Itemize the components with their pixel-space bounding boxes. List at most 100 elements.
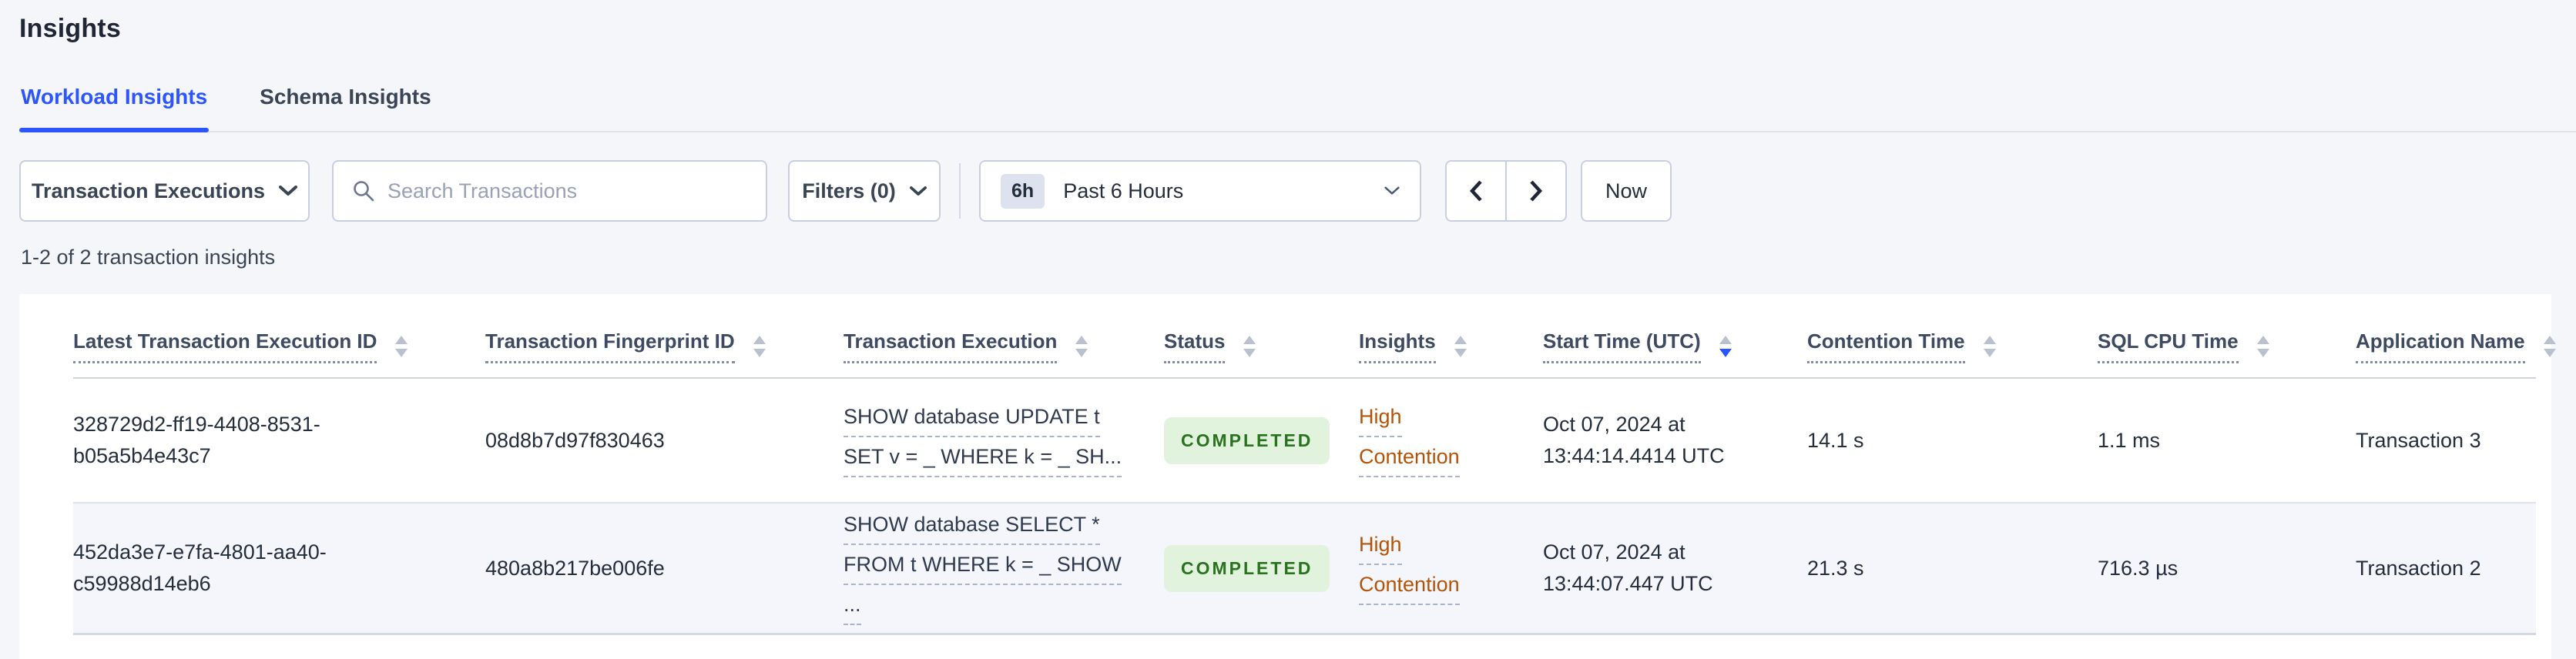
high-contention-link[interactable]: Contention: [1359, 569, 1460, 605]
chevron-down-icon: [909, 186, 927, 196]
chevron-down-icon: [279, 186, 298, 196]
sort-asc-icon: [2543, 336, 2556, 344]
sort-asc-icon: [1454, 336, 1467, 344]
sort-asc-icon: [1243, 336, 1256, 344]
column-header-label: Insights: [1359, 330, 1436, 363]
status-badge: COMPLETED: [1164, 544, 1330, 592]
latest-transaction-execution-id-cell: 328729d2-ff19-4408-8531-b05a5b4e43c7: [73, 413, 320, 467]
tab-schema-insights[interactable]: Schema Insights: [258, 85, 433, 131]
insights-cell: High Contention: [1359, 400, 1543, 481]
transaction-fingerprint-id-cell: 480a8b217be006fe: [485, 556, 665, 580]
transaction-type-dropdown[interactable]: Transaction Executions: [19, 160, 310, 222]
column-header-insights[interactable]: Insights: [1359, 330, 1543, 363]
column-header-latest-transaction-execution-id[interactable]: Latest Transaction Execution ID: [73, 330, 485, 363]
sort-desc-icon: [2256, 349, 2269, 357]
latest-transaction-execution-id-cell: 452da3e7-e7fa-4801-aa40-c59988d14eb6: [73, 540, 327, 595]
search-box[interactable]: [332, 160, 767, 222]
sort-icons: [1243, 336, 1256, 357]
column-header-application-name[interactable]: Application Name: [2356, 330, 2556, 363]
start-time-cell: Oct 07, 2024 at 13:44:07.447 UTC: [1543, 540, 1713, 595]
contention-time-cell: 21.3 s: [1807, 556, 1864, 580]
time-range-picker[interactable]: 6h Past 6 Hours: [979, 160, 1421, 222]
transaction-fingerprint-id-cell: 08d8b7d97f830463: [485, 428, 665, 452]
sort-icons: [2543, 336, 2556, 357]
transaction-execution-cell: SHOW database SELECT * FROM t WHERE k = …: [844, 507, 1164, 629]
results-count: 1-2 of 2 transaction insights: [21, 246, 276, 269]
tab-bar: Workload Insights Schema Insights: [19, 85, 2576, 132]
previous-time-range-button[interactable]: [1445, 160, 1507, 222]
sort-icons: [2256, 336, 2269, 357]
sort-icons: [753, 336, 766, 357]
status-cell: COMPLETED: [1164, 544, 1359, 592]
transaction-execution-cell: SHOW database UPDATE t SET v = _ WHERE k…: [844, 400, 1164, 481]
filters-dropdown[interactable]: Filters (0): [788, 160, 941, 222]
column-header-status[interactable]: Status: [1164, 330, 1359, 363]
column-header-contention-time[interactable]: Contention Time: [1807, 330, 2098, 363]
insights-table-card: Latest Transaction Execution ID Transact…: [19, 294, 2556, 659]
table-row: 452da3e7-e7fa-4801-aa40-c59988d14eb6 480…: [73, 503, 2536, 635]
transaction-execution-link[interactable]: SHOW database SELECT *: [844, 509, 1100, 545]
now-button[interactable]: Now: [1581, 160, 1672, 222]
column-header-start-time[interactable]: Start Time (UTC): [1543, 330, 1807, 363]
insights-page: Insights Workload Insights Schema Insigh…: [0, 12, 2576, 659]
high-contention-link[interactable]: High: [1359, 529, 1402, 565]
next-time-range-button[interactable]: [1505, 160, 1567, 222]
controls-row: Transaction Executions Filters (0) 6h Pa…: [19, 160, 2576, 222]
transaction-execution-link[interactable]: FROM t WHERE k = _ SHOW: [844, 549, 1122, 585]
status-cell: COMPLETED: [1164, 416, 1359, 464]
chevron-right-icon: [1530, 180, 1543, 202]
column-header-label: Status: [1164, 330, 1226, 363]
search-input[interactable]: [387, 179, 750, 203]
start-time-cell: Oct 07, 2024 at 13:44:14.4414 UTC: [1543, 413, 1725, 467]
sort-asc-icon: [1075, 336, 1088, 344]
column-header-label: Application Name: [2356, 330, 2525, 363]
chevron-down-icon: [1384, 186, 1400, 195]
transaction-execution-link[interactable]: ...: [844, 589, 861, 625]
controls-divider: [959, 163, 961, 219]
column-header-transaction-fingerprint-id[interactable]: Transaction Fingerprint ID: [485, 330, 844, 363]
filters-dropdown-label: Filters (0): [802, 179, 896, 202]
insights-cell: High Contention: [1359, 527, 1543, 609]
column-header-sql-cpu-time[interactable]: SQL CPU Time: [2098, 330, 2356, 363]
transaction-execution-link[interactable]: SET v = _ WHERE k = _ SH...: [844, 441, 1122, 477]
sort-asc-icon: [395, 336, 408, 344]
sort-desc-icon: [753, 349, 766, 357]
time-range-label: Past 6 Hours: [1063, 179, 1184, 202]
page-title: Insights: [19, 14, 121, 43]
time-range-badge: 6h: [1001, 173, 1045, 209]
sql-cpu-time-cell: 1.1 ms: [2098, 428, 2161, 452]
application-name-cell: Transaction 3: [2356, 428, 2481, 452]
sort-icons: [1075, 336, 1088, 357]
high-contention-link[interactable]: High: [1359, 401, 1402, 437]
high-contention-link[interactable]: Contention: [1359, 441, 1460, 477]
column-header-label: Transaction Fingerprint ID: [485, 330, 735, 363]
sort-icons: [1719, 336, 1732, 357]
contention-time-cell: 14.1 s: [1807, 428, 1864, 452]
sort-desc-icon: [1983, 349, 1996, 357]
chevron-left-icon: [1469, 180, 1482, 202]
column-header-label: Contention Time: [1807, 330, 1965, 363]
sort-asc-icon: [2256, 336, 2269, 344]
tab-workload-insights[interactable]: Workload Insights: [19, 85, 210, 132]
sort-icons: [1983, 336, 1996, 357]
sort-desc-icon-active: [1719, 349, 1732, 357]
sort-icons: [395, 336, 408, 357]
column-header-label: SQL CPU Time: [2098, 330, 2239, 363]
sort-desc-icon: [1454, 349, 1467, 357]
table-row: 328729d2-ff19-4408-8531-b05a5b4e43c7 08d…: [73, 379, 2536, 503]
sort-desc-icon: [1075, 349, 1088, 357]
table-header-row: Latest Transaction Execution ID Transact…: [73, 294, 2556, 379]
sort-asc-icon: [753, 336, 766, 344]
column-header-label: Latest Transaction Execution ID: [73, 330, 377, 363]
time-range-pager: [1445, 160, 1567, 222]
status-badge: COMPLETED: [1164, 416, 1330, 464]
transaction-type-dropdown-label: Transaction Executions: [31, 179, 266, 202]
sort-desc-icon: [2543, 349, 2556, 357]
sort-asc-icon: [1983, 336, 1996, 344]
column-header-transaction-execution[interactable]: Transaction Execution: [844, 330, 1164, 363]
application-name-cell: Transaction 2: [2356, 556, 2481, 580]
sort-desc-icon: [395, 349, 408, 357]
transaction-execution-link[interactable]: SHOW database UPDATE t: [844, 401, 1100, 437]
sort-icons: [1454, 336, 1467, 357]
search-icon: [354, 181, 374, 202]
